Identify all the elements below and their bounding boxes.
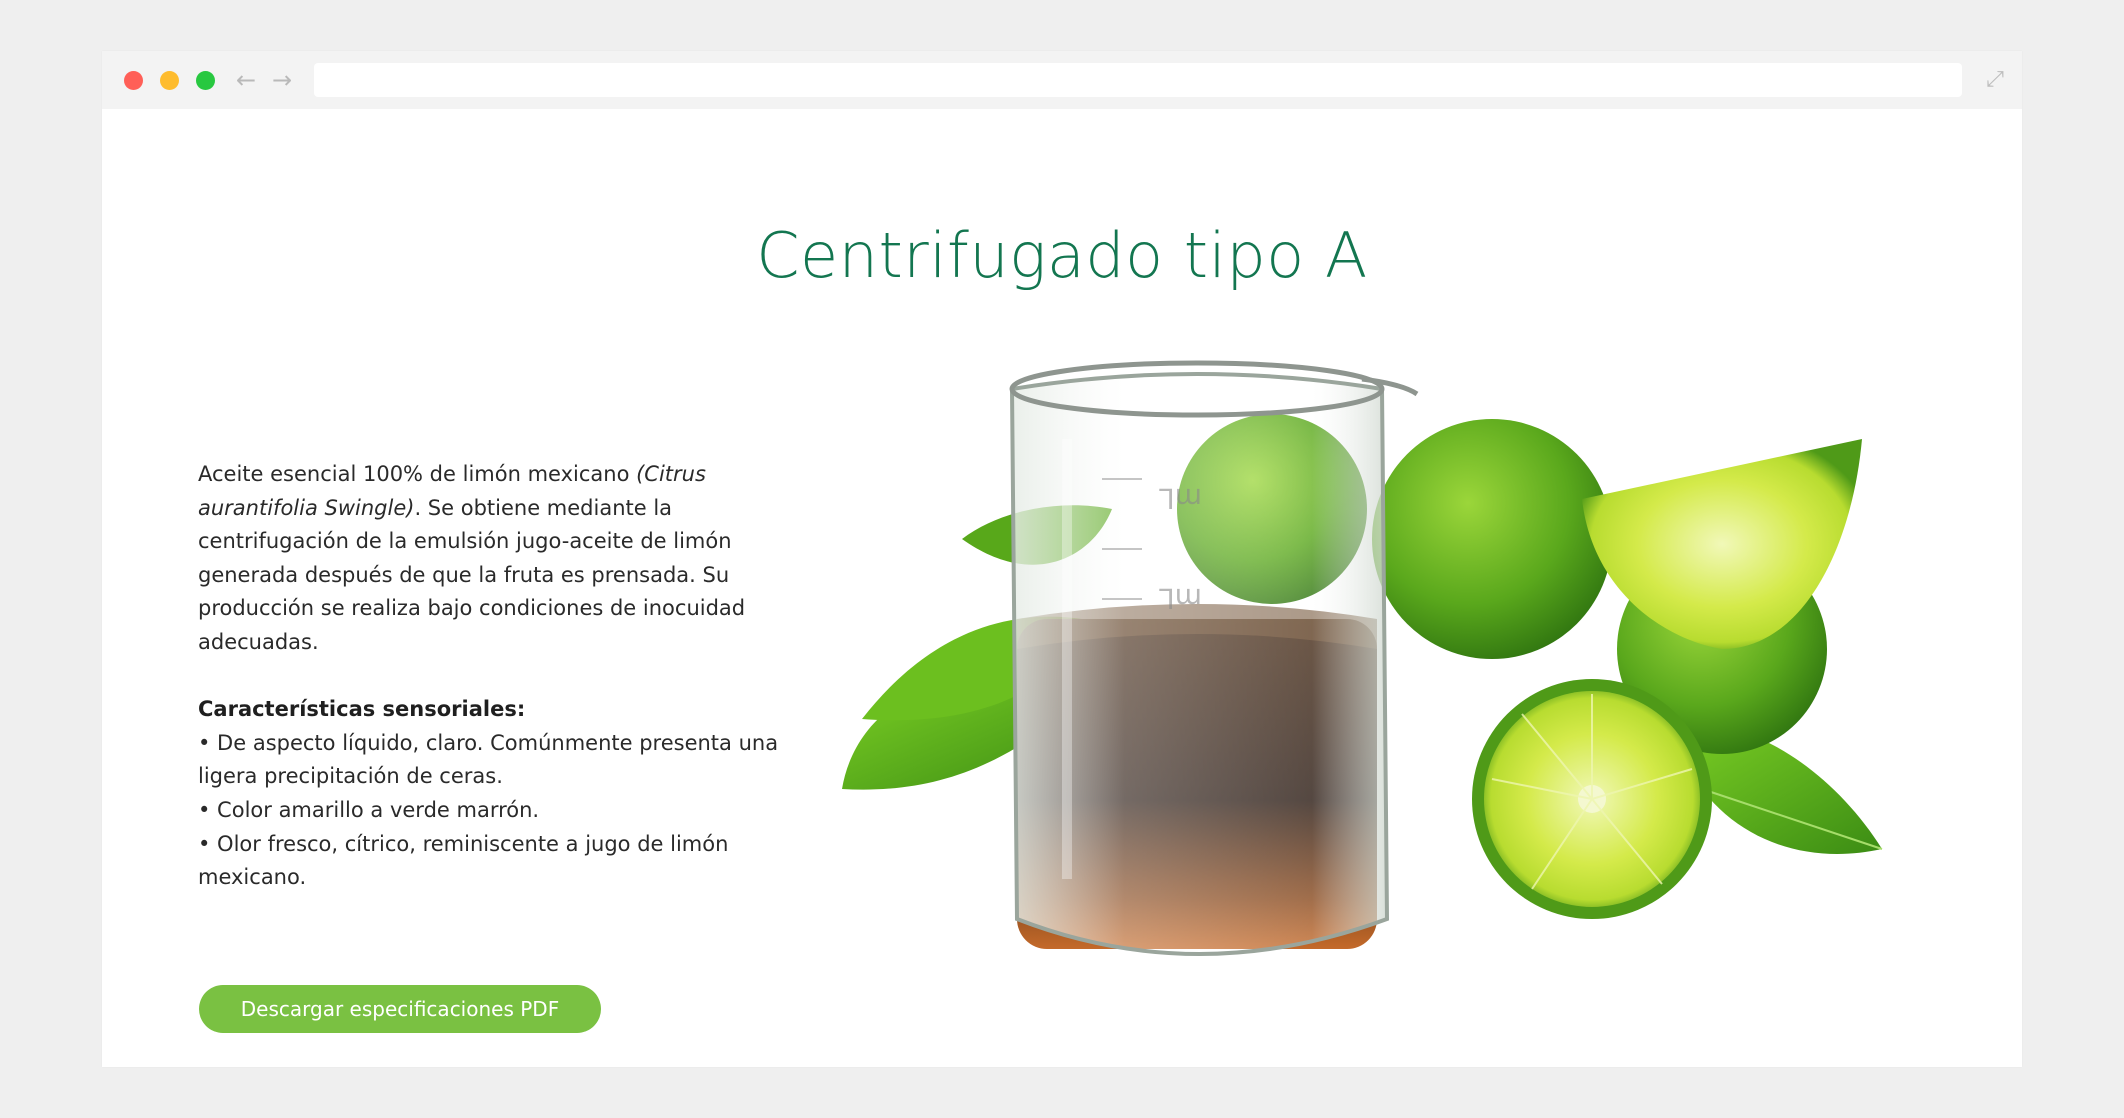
address-bar[interactable] xyxy=(314,63,1962,97)
svg-text:mL: mL xyxy=(1159,482,1202,515)
expand-icon[interactable]: ⤢ xyxy=(1980,65,2010,95)
arrow-right-icon[interactable]: → xyxy=(268,64,296,96)
characteristic-item: • Olor fresco, cítrico, reminiscente a j… xyxy=(198,831,729,890)
characteristic-item: • De aspecto líquido, claro. Comúnmente … xyxy=(198,730,779,789)
close-window-button[interactable] xyxy=(124,71,143,90)
page-content: Centrifugado tipo A Aceite esencial 100%… xyxy=(102,109,2022,1067)
intro-text: Aceite esencial 100% de limón mexicano xyxy=(198,462,637,486)
download-pdf-button[interactable]: Descargar especificaciones PDF xyxy=(199,985,601,1033)
minimize-window-button[interactable] xyxy=(160,71,179,90)
svg-text:mL: mL xyxy=(1159,582,1202,615)
arrow-left-icon[interactable]: ← xyxy=(232,64,260,96)
product-image: mL mL xyxy=(842,360,1883,956)
maximize-window-button[interactable] xyxy=(196,71,215,90)
browser-window: ← → ⤢ Centrifugado tipo A Aceite esencia… xyxy=(102,51,2022,1067)
browser-titlebar: ← → ⤢ xyxy=(102,51,2022,109)
page-title: Centrifugado tipo A xyxy=(756,219,1368,292)
intro-paragraph: Aceite esencial 100% de limón mexicano (… xyxy=(198,458,788,660)
characteristics-heading: Características sensoriales: xyxy=(198,697,526,722)
product-description: Aceite esencial 100% de limón mexicano (… xyxy=(198,458,788,895)
characteristic-item: • Color amarillo a verde marrón. xyxy=(198,797,540,822)
